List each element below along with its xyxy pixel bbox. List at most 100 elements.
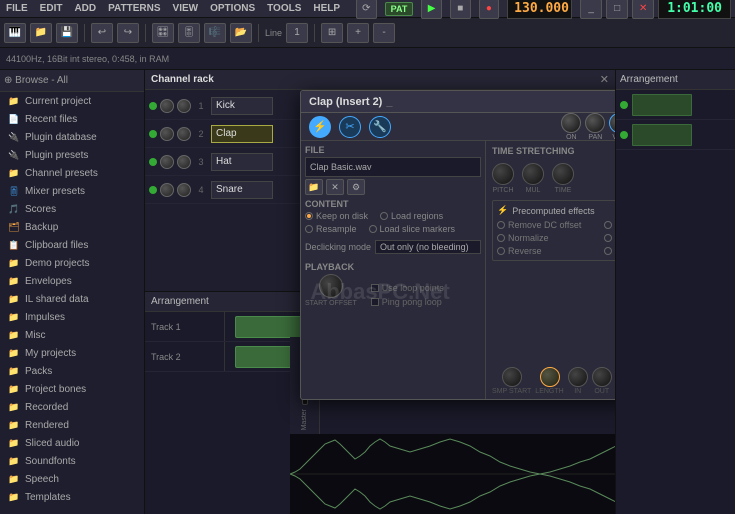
fx-reverse-polarity[interactable]: Reverse polarity: [604, 220, 615, 230]
tb-undo[interactable]: ↩: [91, 23, 113, 43]
sidebar-item-mixer-presets[interactable]: 🎚 Mixer presets: [0, 182, 144, 200]
pat-badge[interactable]: PAT: [385, 2, 414, 16]
sampler-plug-icon[interactable]: ⚡: [309, 116, 331, 138]
sampler-scissors-icon[interactable]: ✂: [339, 116, 361, 138]
sidebar-item-envelopes[interactable]: 📁 Envelopes: [0, 272, 144, 290]
sidebar-item-misc[interactable]: 📁 Misc: [0, 326, 144, 344]
sidebar-item-project-bones[interactable]: 📁 Project bones: [0, 380, 144, 398]
clap-led[interactable]: [149, 130, 157, 138]
length-circle[interactable]: [540, 367, 560, 387]
resample-option[interactable]: Resample: [305, 224, 357, 234]
tb-new[interactable]: 🎹: [4, 23, 26, 43]
hat-vol-knob[interactable]: [160, 155, 174, 169]
sidebar-item-impulses[interactable]: 📁 Impulses: [0, 308, 144, 326]
hat-led[interactable]: [149, 158, 157, 166]
sidebar-item-plugin-database[interactable]: 🔌 Plugin database: [0, 128, 144, 146]
file-settings-btn[interactable]: ⚙: [347, 179, 365, 195]
declicking-value[interactable]: Out only (no bleeding): [375, 240, 481, 254]
arrangement-block-2[interactable]: [235, 346, 295, 368]
tb-browser[interactable]: 📂: [230, 23, 252, 43]
smp-start-circle[interactable]: [502, 367, 522, 387]
ts-pitch-circle[interactable]: [492, 163, 514, 185]
sidebar-item-sliced-audio[interactable]: 📁 Sliced audio: [0, 434, 144, 452]
menu-file[interactable]: FILE: [4, 3, 30, 14]
sidebar-item-backup[interactable]: 🗂 Backup: [0, 218, 144, 236]
menu-help[interactable]: HELP: [311, 3, 342, 14]
loop-knob[interactable]: ⟳: [356, 0, 377, 19]
clap-pan-knob[interactable]: [177, 127, 191, 141]
ts-mul-circle[interactable]: [522, 163, 544, 185]
sidebar-item-rendered[interactable]: 📁 Rendered: [0, 416, 144, 434]
swap-stereo-radio[interactable]: [604, 247, 612, 255]
tb-channel-rack[interactable]: 🎛: [152, 23, 174, 43]
window-maximize[interactable]: □: [606, 0, 628, 19]
keep-on-disk-option[interactable]: Keep on disk: [305, 211, 368, 221]
reverse-radio[interactable]: [497, 247, 505, 255]
window-minimize[interactable]: _: [580, 0, 602, 19]
use-loop-points[interactable]: Use loop points: [371, 283, 444, 293]
out-circle[interactable]: [592, 367, 612, 387]
sampler-wrench-icon[interactable]: 🔧: [369, 116, 391, 138]
tb-snap[interactable]: ⊞: [321, 23, 343, 43]
kick-name[interactable]: Kick: [211, 97, 273, 115]
tb-open[interactable]: 📁: [30, 23, 52, 43]
pan-knob[interactable]: [585, 113, 605, 133]
sidebar-item-demo-projects[interactable]: 📁 Demo projects: [0, 254, 144, 272]
load-slice-radio[interactable]: [369, 225, 377, 233]
tb-zoom-out[interactable]: -: [373, 23, 395, 43]
menu-edit[interactable]: EDIT: [38, 3, 65, 14]
resample-radio[interactable]: [305, 225, 313, 233]
reverse-polarity-radio[interactable]: [604, 221, 612, 229]
start-offset-knob-circle[interactable]: [319, 274, 343, 298]
fx-reverse[interactable]: Reverse: [497, 246, 601, 256]
snare-pan-knob[interactable]: [177, 183, 191, 197]
sidebar-item-scores[interactable]: 🎵 Scores: [0, 200, 144, 218]
menu-options[interactable]: OPTIONS: [208, 3, 257, 14]
sidebar-item-templates[interactable]: 📁 Templates: [0, 488, 144, 506]
rp-block-1[interactable]: [632, 94, 692, 116]
sidebar-item-recorded[interactable]: 📁 Recorded: [0, 398, 144, 416]
fx-swap-stereo[interactable]: Swap stereo: [604, 246, 615, 256]
hat-name[interactable]: Hat: [211, 153, 273, 171]
fx-normalize[interactable]: Normalize: [497, 233, 601, 243]
window-close[interactable]: ✕: [632, 0, 654, 19]
menu-view[interactable]: VIEW: [171, 3, 201, 14]
tb-mixer[interactable]: 🎚: [178, 23, 200, 43]
fx-fade-stereo[interactable]: Fade stereo: [604, 233, 615, 243]
hat-pan-knob[interactable]: [177, 155, 191, 169]
in-circle[interactable]: [568, 367, 588, 387]
tb-save[interactable]: 💾: [56, 23, 78, 43]
tb-redo[interactable]: ↪: [117, 23, 139, 43]
kick-led[interactable]: [149, 102, 157, 110]
ping-pong-checkbox[interactable]: [371, 298, 379, 306]
sidebar-item-channel-presets[interactable]: 📁 Channel presets: [0, 164, 144, 182]
fx-remove-dc[interactable]: Remove DC offset: [497, 220, 601, 230]
modal-minimize[interactable]: _: [386, 96, 392, 108]
record-button[interactable]: ●: [479, 0, 500, 19]
menu-patterns[interactable]: PATTERNS: [106, 3, 162, 14]
sidebar-item-plugin-presets[interactable]: 🔌 Plugin presets: [0, 146, 144, 164]
sidebar-item-il-shared[interactable]: 📁 IL shared data: [0, 290, 144, 308]
sidebar-item-speech[interactable]: 📁 Speech: [0, 470, 144, 488]
sidebar-item-soundfonts[interactable]: 📁 Soundfonts: [0, 452, 144, 470]
snare-name[interactable]: Snare: [211, 181, 273, 199]
kick-pan-knob[interactable]: [177, 99, 191, 113]
file-open-btn[interactable]: 📁: [305, 179, 323, 195]
use-loop-checkbox[interactable]: [371, 284, 379, 292]
remove-dc-radio[interactable]: [497, 221, 505, 229]
menu-tools[interactable]: TOOLS: [265, 3, 303, 14]
on-knob[interactable]: [561, 113, 581, 133]
rp-block-2[interactable]: [632, 124, 692, 146]
menu-add[interactable]: ADD: [72, 3, 98, 14]
kick-vol-knob[interactable]: [160, 99, 174, 113]
sidebar-item-recent-files[interactable]: 📄 Recent files: [0, 110, 144, 128]
sidebar-item-current-project[interactable]: 📁 Current project: [0, 92, 144, 110]
vol-knob[interactable]: [609, 113, 615, 133]
fade-stereo-radio[interactable]: [604, 234, 612, 242]
ts-time-circle[interactable]: [552, 163, 574, 185]
snare-vol-knob[interactable]: [160, 183, 174, 197]
ping-pong-loop[interactable]: Ping pong loop: [371, 297, 444, 307]
normalize-radio[interactable]: [497, 234, 505, 242]
snare-led[interactable]: [149, 186, 157, 194]
channel-rack-close[interactable]: ✕: [600, 73, 609, 86]
